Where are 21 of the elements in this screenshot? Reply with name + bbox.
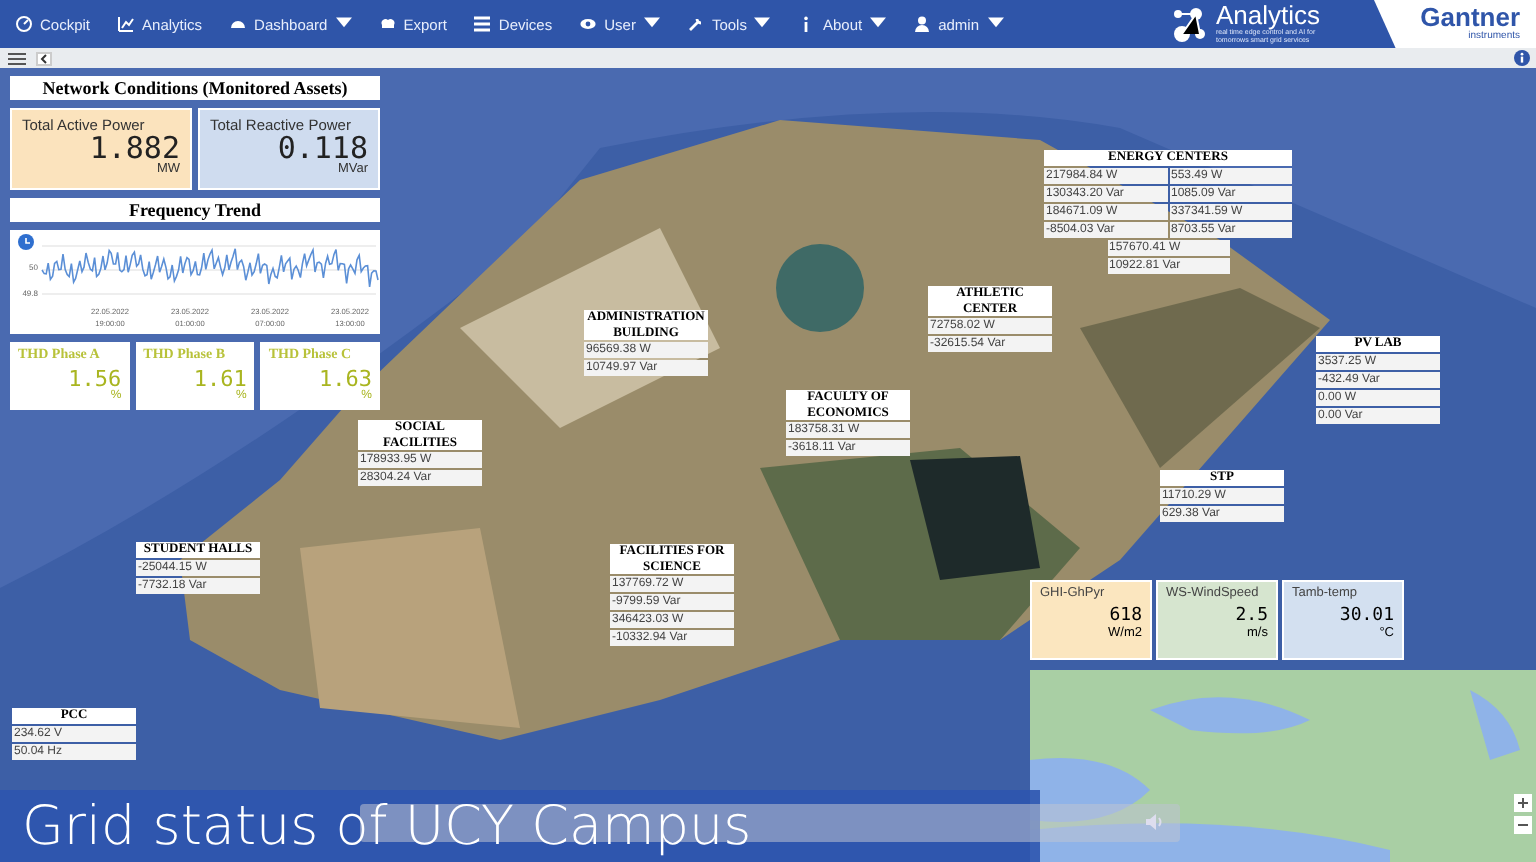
info-icon[interactable] (1514, 50, 1530, 66)
cloud-icon (379, 16, 396, 32)
minus-icon (1518, 820, 1528, 830)
network-nodes-icon (1172, 4, 1208, 44)
clock-icon[interactable] (18, 234, 34, 250)
wrench-icon (687, 16, 704, 32)
line-chart-icon (118, 16, 135, 32)
gauge-icon (16, 16, 32, 32)
plus-icon (1518, 798, 1528, 808)
panel-title: Frequency Trend (10, 198, 380, 222)
dashboard-icon (230, 16, 247, 32)
eye-icon (580, 16, 597, 32)
menu-icon[interactable] (8, 51, 26, 65)
chevron-left-icon (40, 53, 48, 63)
panel-title: Network Conditions (Monitored Assets) (10, 76, 380, 100)
user-icon (914, 16, 931, 32)
zoom-in-button[interactable] (1514, 794, 1532, 812)
zoom-out-button[interactable] (1514, 816, 1532, 834)
list-icon (474, 16, 491, 32)
collapse-button[interactable] (36, 51, 52, 65)
logo-name: Analytics (1216, 4, 1323, 28)
